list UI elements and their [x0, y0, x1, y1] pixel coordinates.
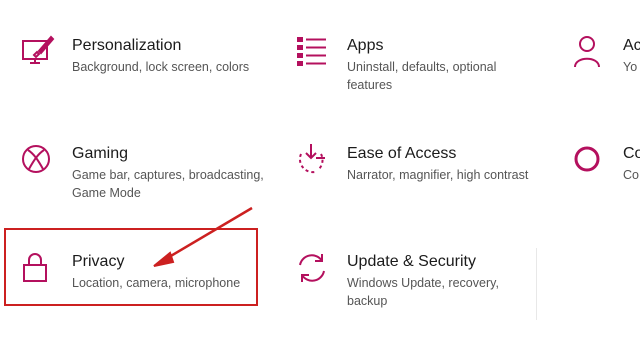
- apps-list-icon: [295, 34, 331, 70]
- tile-description: Uninstall, defaults, optional features: [347, 60, 497, 92]
- annotation-highlight-box: [4, 228, 258, 306]
- tile-title: Personalization: [72, 37, 182, 54]
- tile-title: Apps: [347, 37, 384, 54]
- tile-title: Ac: [623, 37, 640, 54]
- tile-description: Game bar, captures, broadcasting, Game M…: [72, 168, 264, 200]
- tile-description: Narrator, magnifier, high contrast: [347, 168, 529, 182]
- tile-description: Windows Update, recovery, backup: [347, 276, 499, 308]
- sync-arrows-icon: [295, 250, 331, 286]
- person-icon: [572, 34, 608, 70]
- tile-cortana[interactable]: Co Co: [572, 142, 640, 202]
- personalization-icon: [20, 34, 56, 70]
- cortana-circle-icon: [572, 142, 608, 178]
- tile-apps[interactable]: Apps Uninstall, defaults, optional featu…: [295, 34, 535, 94]
- tile-update-security[interactable]: Update & Security Windows Update, recove…: [295, 250, 535, 310]
- tile-gaming[interactable]: Gaming Game bar, captures, broadcasting,…: [20, 142, 270, 202]
- xbox-icon: [20, 142, 56, 178]
- tile-title: Gaming: [72, 145, 129, 162]
- ease-of-access-icon: [295, 142, 331, 178]
- tile-personalization[interactable]: Personalization Background, lock screen,…: [20, 34, 270, 94]
- divider: [536, 248, 537, 320]
- tile-accounts[interactable]: Ac Yo: [572, 34, 640, 94]
- tile-description: Background, lock screen, colors: [72, 60, 250, 74]
- tile-ease-of-access[interactable]: Ease of Access Narrator, magnifier, high…: [295, 142, 535, 202]
- tile-description: Yo: [623, 60, 638, 74]
- tile-title: Update & Security: [347, 253, 476, 270]
- tile-title: Ease of Access: [347, 145, 457, 162]
- tile-description: Co: [623, 168, 639, 182]
- tile-title: Co: [623, 145, 640, 162]
